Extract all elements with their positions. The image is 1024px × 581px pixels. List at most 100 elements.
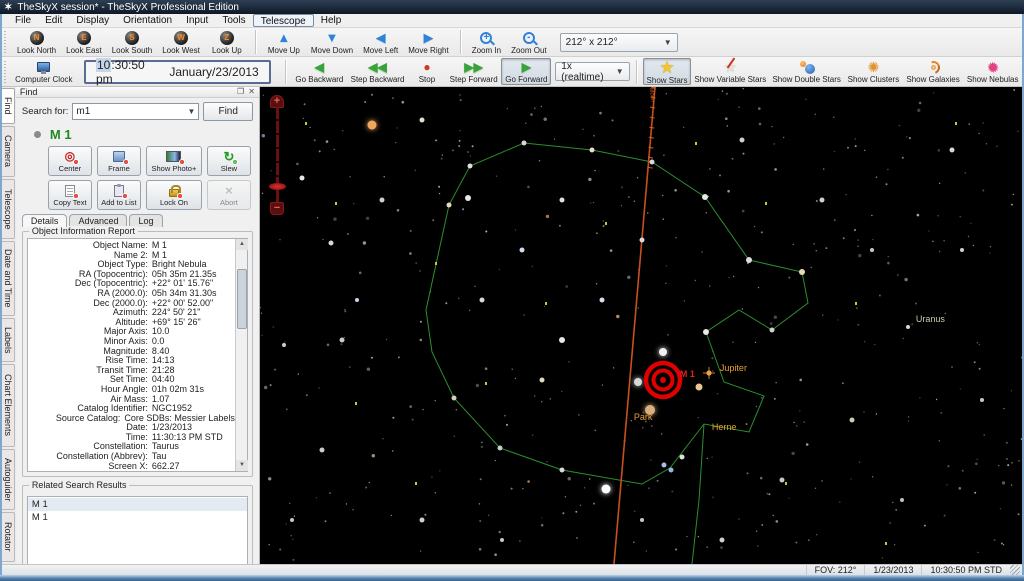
chevron-down-icon[interactable]: ▼ [664,38,672,47]
background-star [297,373,299,375]
menu-item-tools[interactable]: Tools [215,14,252,27]
find-button[interactable]: Find [203,102,253,121]
date-value[interactable]: January/23/2013 [169,65,258,79]
background-star [579,504,582,506]
step-backward-button[interactable]: ◀◀ Step Backward [347,58,408,85]
move-down-button[interactable]: ▼ Move Down [306,29,358,56]
computer-clock-button[interactable]: Computer Clock [12,58,76,85]
show-double-stars-button[interactable]: Show Double Stars [769,58,844,85]
show-clusters-button[interactable]: ✺ Show Clusters [844,58,903,85]
background-star [538,160,541,162]
center-button[interactable]: ◎ Center [47,146,92,176]
show-galaxies-button[interactable]: Show Galaxies [903,58,963,85]
lock-on-button[interactable]: Lock On [145,180,202,210]
look-up-button[interactable]: Z Look Up [205,29,249,56]
object-information-list[interactable]: Object Name: M 1 Name 2: M 1 Object Type: Bri… [28,239,235,471]
show-stars-button[interactable]: ★ Show Stars [642,58,692,85]
frame-button[interactable]: Frame [96,146,141,176]
show-nebulas-button[interactable]: ✹ Show Nebulas [963,58,1022,85]
sidebar-tab-date-and-time[interactable]: Date and Time [2,240,15,317]
scroll-up-icon[interactable]: ▲ [235,239,248,250]
sidebar-tab-labels[interactable]: Labels [2,318,15,362]
add-to-list-button[interactable]: Add to List [96,180,141,210]
menu-item-display[interactable]: Display [69,14,116,27]
close-panel-icon[interactable]: ✕ [248,87,255,97]
background-star [457,297,460,299]
tab-details[interactable]: Details [21,214,68,227]
time-date-box[interactable]: 10:30:50 pm January/23/2013 [83,57,271,86]
search-input[interactable]: m1 ▼ [72,103,200,120]
find-panel-header[interactable]: Find ❐ ✕ [15,87,259,98]
background-star [701,251,703,253]
slew-button[interactable]: ↻ Slew [206,146,251,176]
status-time: 10:30:50 PM STD [921,565,1010,575]
background-star [742,152,745,155]
stop-button[interactable]: ● Stop [408,58,446,85]
menu-item-input[interactable]: Input [179,14,215,27]
background-star [853,229,856,231]
toolbar-button-label: Go Backward [295,75,344,84]
background-star [857,239,859,241]
star [679,454,685,460]
scrollbar-thumb[interactable] [236,269,247,329]
move-left-button[interactable]: ◀ Move Left [358,29,403,56]
background-star [333,148,335,151]
sidebar-tab-find[interactable]: Find [2,88,15,124]
background-star [494,459,497,462]
go-forward-button[interactable]: ▶ Go Forward [501,58,552,85]
go-backward-button[interactable]: ◀ Go Backward [292,58,347,85]
time-value: 10:30:50 pm [95,57,155,86]
report-scrollbar[interactable]: ▲ ▼ [234,239,248,472]
sky-chart[interactable]: + − M 1 Jupiter Park Herne Uranus Moon [259,87,1022,564]
time-hours[interactable]: 10 [95,57,112,72]
copy-text-button[interactable]: Copy Text [47,180,92,210]
toolbar-grip[interactable] [4,31,9,53]
window-title: TheSkyX session* - TheSkyX Professional … [17,1,239,13]
moon-path-tick [648,136,654,139]
toolbar-button-label: Move Down [310,45,354,55]
list-item[interactable]: M 1 [28,511,247,524]
background-star [815,534,818,536]
menu-item-orientation[interactable]: Orientation [116,14,179,27]
zoom-out-slider-button[interactable]: − [269,202,284,215]
sidebar-tab-camera[interactable]: Camera [2,125,15,178]
move-right-button[interactable]: ▶ Move Right [403,29,453,56]
chevron-down-icon[interactable]: ▼ [616,67,624,76]
menu-item-edit[interactable]: Edit [38,14,69,27]
move-up-button[interactable]: ▲ Move Up [262,29,306,56]
background-star [562,512,565,515]
resize-grip[interactable] [1010,565,1020,575]
look-west-button[interactable]: W Look West [157,29,205,56]
scroll-down-icon[interactable]: ▼ [235,460,248,472]
show-variable-stars-button[interactable]: ★ Show Variable Stars [691,57,769,85]
background-star [961,469,964,472]
float-panel-icon[interactable]: ❐ [237,87,244,97]
fov-dropdown[interactable]: 212° x 212° ▼ [559,32,678,52]
background-star [1018,460,1020,462]
step-forward-button[interactable]: ▶▶ Step Forward [446,58,501,85]
menu-item-file[interactable]: File [8,14,38,27]
sidebar-tab-autoguider[interactable]: Autoguider [2,448,15,511]
background-star [438,192,441,195]
chevron-down-icon[interactable]: ▼ [188,107,196,116]
background-star [1020,356,1022,359]
toolbar-grip[interactable] [4,60,9,83]
sidebar-tab-chart-elements[interactable]: Chart Elements [2,363,15,447]
menu-item-help[interactable]: Help [314,14,349,27]
look-north-button[interactable]: N Look North [12,29,61,56]
look-east-button[interactable]: E Look East [61,29,107,56]
zoom-out-button[interactable]: - Zoom Out [506,29,552,56]
zoom-slider-thumb[interactable] [268,183,286,190]
title-bar[interactable]: ✶ TheSkyX session* - TheSkyX Professiona… [0,0,1024,14]
look-south-button[interactable]: S Look South [107,29,157,56]
sidebar-tab-telescope[interactable]: Telescope [2,179,15,239]
nebula-icon: ✹ [986,59,999,75]
zoom-in-button[interactable]: + Zoom In [467,29,506,56]
sidebar-tab-rotator[interactable]: Rotator [2,512,15,562]
related-results-list[interactable]: M 1M 1 [26,496,248,575]
zoom-slider[interactable]: + − [268,95,286,215]
show-photo-button[interactable]: Show Photo+ [145,146,202,176]
list-item[interactable]: M 1 [27,498,247,512]
rate-dropdown[interactable]: 1x (realtime) ▼ [555,61,630,83]
menu-item-telescope[interactable]: Telescope [252,14,314,27]
